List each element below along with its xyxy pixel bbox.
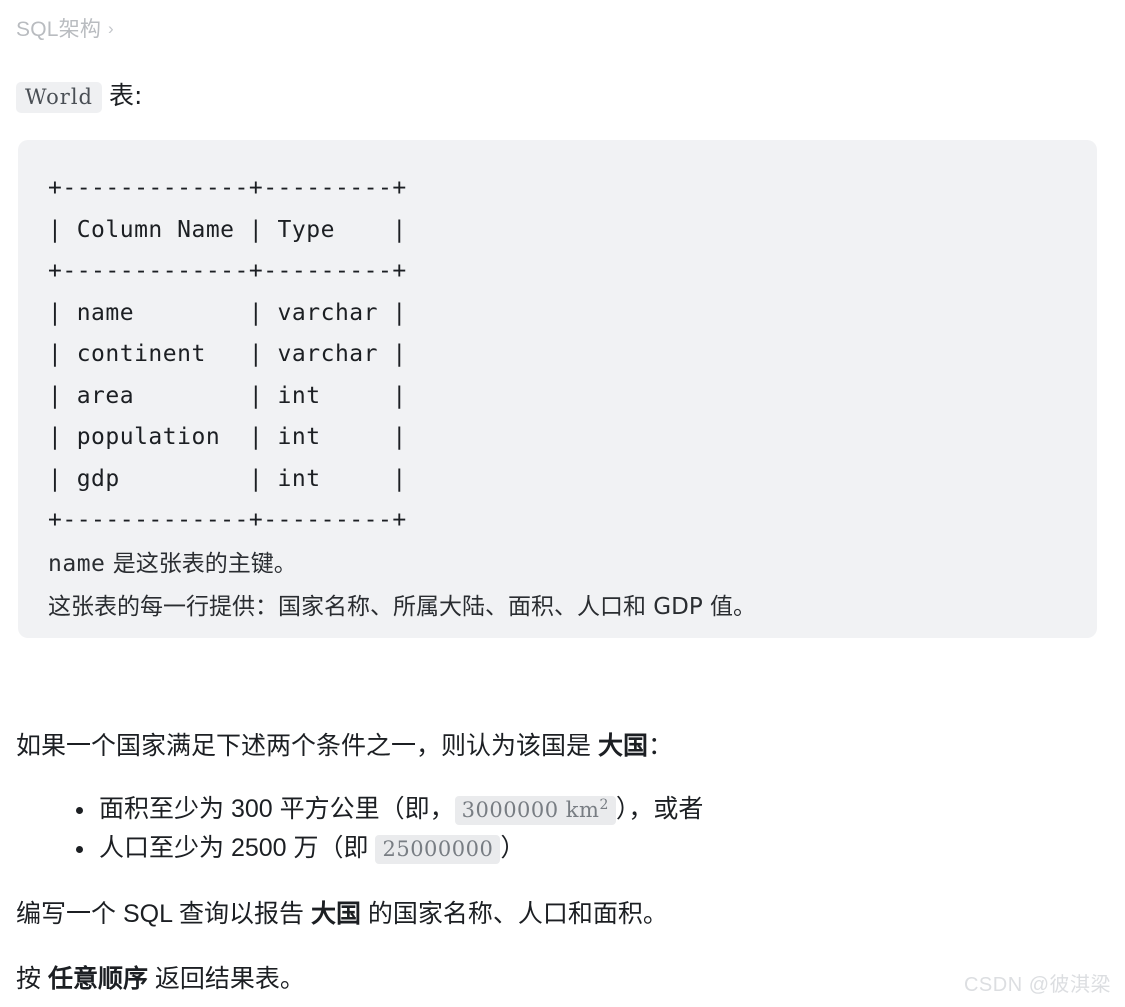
write-suffix: 的国家名称、人口和面积。 bbox=[360, 900, 668, 928]
schema-code-block: +-------------+---------+ | Column Name … bbox=[18, 140, 1097, 638]
bullet-0-code-text: 3000000 km bbox=[461, 798, 600, 822]
bullet-0-code-superscript: 2 bbox=[599, 797, 609, 813]
bullet-1-code-text: 25000000 bbox=[382, 837, 494, 861]
schema-ascii-table: +-------------+---------+ | Column Name … bbox=[48, 175, 407, 533]
inline-code-area-threshold: 3000000 km2 bbox=[454, 796, 616, 825]
list-item: 人口至少为 2500 万（即 25000000） bbox=[0, 829, 703, 868]
watermark: CSDN @彼淇梁 bbox=[963, 974, 1111, 996]
write-prefix: 编写一个 SQL 查询以报告 bbox=[16, 900, 311, 928]
bullet-1-suffix: ） bbox=[500, 834, 526, 862]
condition-suffix: ： bbox=[647, 732, 673, 760]
chevron-right-icon: › bbox=[108, 19, 114, 38]
breadcrumb[interactable]: SQL架构 › bbox=[16, 14, 114, 45]
condition-prefix: 如果一个国家满足下述两个条件之一，则认为该国是 bbox=[16, 732, 598, 760]
list-item: 面积至少为 300 平方公里（即， 3000000 km2 ），或者 bbox=[0, 790, 703, 829]
bullet-0-suffix: ），或者 bbox=[615, 795, 704, 823]
write-strong: 大国 bbox=[310, 900, 361, 928]
inline-code-population-threshold: 25000000 bbox=[375, 835, 501, 864]
primary-key-note-text: 是这张表的主键。 bbox=[112, 550, 297, 577]
order-strong: 任意顺序 bbox=[47, 965, 148, 993]
condition-paragraph: 如果一个国家满足下述两个条件之一，则认为该国是 大国： bbox=[16, 727, 673, 765]
table-title: World 表: bbox=[16, 78, 142, 115]
order-paragraph: 按 任意顺序 返回结果表。 bbox=[16, 960, 305, 998]
article-page: SQL架构 › World 表: +-------------+---------+… bbox=[0, 0, 1125, 1007]
condition-list: 面积至少为 300 平方公里（即， 3000000 km2 ），或者 人口至少为 2… bbox=[0, 790, 703, 868]
order-suffix: 返回结果表。 bbox=[147, 965, 305, 993]
schema-description-note: 这张表的每一行提供：国家名称、所属大陆、面积、人口和 GDP 值。 bbox=[48, 594, 757, 620]
breadcrumb-item-sql-schema[interactable]: SQL架构 bbox=[16, 18, 101, 41]
bullet-0-prefix: 面积至少为 300 平方公里（即， bbox=[99, 795, 455, 823]
schema-primary-key-note: name 是这张表的主键。 bbox=[48, 544, 1067, 586]
primary-key-column-name: name bbox=[48, 550, 106, 577]
inline-code-world: World bbox=[16, 82, 102, 113]
table-title-label: 表: bbox=[109, 81, 143, 110]
write-query-paragraph: 编写一个 SQL 查询以报告 大国 的国家名称、人口和面积。 bbox=[16, 895, 668, 933]
bullet-1-prefix: 人口至少为 2500 万（即 bbox=[99, 834, 376, 862]
condition-strong: 大国 bbox=[597, 732, 648, 760]
order-prefix: 按 bbox=[16, 965, 48, 993]
